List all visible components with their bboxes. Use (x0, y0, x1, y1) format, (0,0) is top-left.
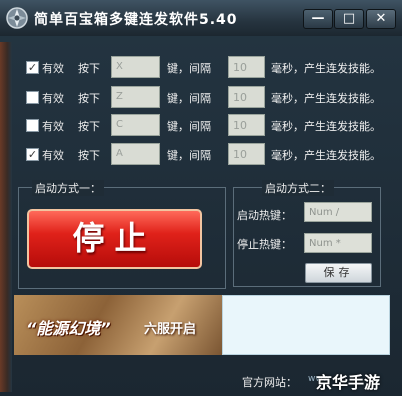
app-logo-icon (6, 7, 28, 29)
save-button[interactable]: 保存 (305, 263, 372, 283)
interval-label: 键，间隔 (167, 149, 211, 162)
stop-hotkey-label: 停止热键： (237, 238, 292, 251)
game-ad-banner[interactable]: “能源幻境” 六服开启 (14, 295, 222, 355)
window-title: 简单百宝箱多键连发软件5.40 (34, 12, 238, 28)
interval-label: 键，间隔 (167, 120, 211, 133)
suffix-label: 毫秒，产生连发技能。 (271, 92, 381, 105)
suffix-label: 毫秒，产生连发技能。 (271, 62, 381, 75)
start-hotkey-label: 启动热键： (237, 209, 292, 222)
website-label: 官方网站： (242, 376, 297, 389)
interval-input[interactable]: 10 (228, 56, 265, 78)
key-row-4: ✓ 有效 按下 A 键，间隔 10 毫秒，产生连发技能。 (0, 143, 402, 167)
interval-input[interactable]: 10 (228, 114, 265, 136)
start-hotkey-input[interactable]: Num / (304, 202, 372, 222)
enabled-checkbox[interactable]: ✓ (26, 148, 39, 161)
enabled-label: 有效 (42, 149, 64, 162)
press-label: 按下 (78, 149, 100, 162)
key-input[interactable]: X (111, 56, 160, 78)
banner-title: “能源幻境” (26, 319, 111, 338)
interval-input[interactable]: 10 (228, 143, 265, 165)
enabled-label: 有效 (42, 120, 64, 133)
key-row-2: 有效 按下 Z 键，间隔 10 毫秒，产生连发技能。 (0, 86, 402, 110)
start-mode-1-label: 启动方式一： (32, 180, 104, 196)
enabled-checkbox[interactable]: ✓ (26, 61, 39, 74)
enabled-checkbox[interactable] (26, 91, 39, 104)
suffix-label: 毫秒，产生连发技能。 (271, 120, 381, 133)
enabled-checkbox[interactable] (26, 119, 39, 132)
interval-input[interactable]: 10 (228, 86, 265, 108)
banner-subtitle: 六服开启 (144, 322, 197, 337)
key-input[interactable]: C (111, 114, 160, 136)
minimize-button[interactable]: — (303, 9, 333, 29)
press-label: 按下 (78, 92, 100, 105)
close-button[interactable]: ✕ (366, 9, 396, 29)
key-row-3: 有效 按下 C 键，间隔 10 毫秒，产生连发技能。 (0, 114, 402, 138)
interval-label: 键，间隔 (167, 92, 211, 105)
enabled-label: 有效 (42, 62, 64, 75)
interval-label: 键，间隔 (167, 62, 211, 75)
suffix-label: 毫秒，产生连发技能。 (271, 149, 381, 162)
stop-hotkey-input[interactable]: Num * (304, 233, 372, 253)
key-input[interactable]: Z (111, 86, 160, 108)
press-label: 按下 (78, 62, 100, 75)
enabled-label: 有效 (42, 92, 64, 105)
title-bar[interactable]: 简单百宝箱多键连发软件5.40 — □ ✕ (0, 0, 402, 36)
maximize-button[interactable]: □ (334, 9, 364, 29)
key-row-1: ✓ 有效 按下 X 键，间隔 10 毫秒，产生连发技能。 (0, 56, 402, 80)
press-label: 按下 (78, 120, 100, 133)
key-input[interactable]: A (111, 143, 160, 165)
watermark-text: 京华手游 (316, 373, 381, 392)
stop-button[interactable]: 停止 (27, 209, 202, 269)
start-mode-2-label: 启动方式二： (262, 180, 334, 196)
ad-content-area[interactable] (222, 295, 390, 355)
app-window: 简单百宝箱多键连发软件5.40 — □ ✕ ✓ 有效 按下 X 键，间隔 10 … (0, 0, 402, 396)
